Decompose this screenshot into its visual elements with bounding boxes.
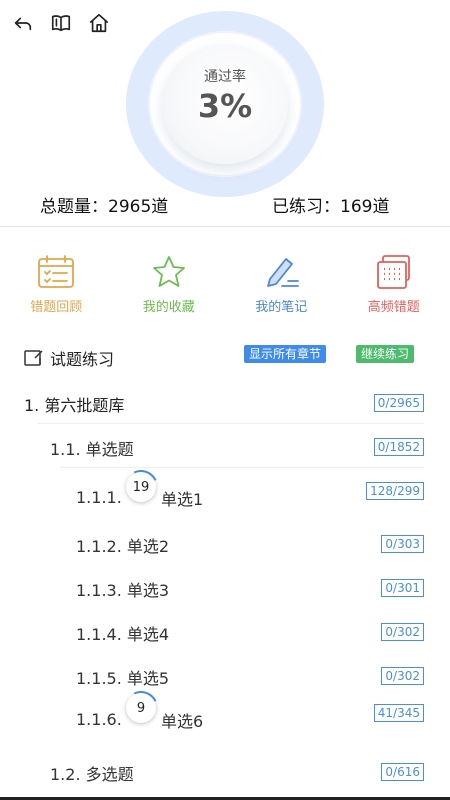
show-all-chapters-button[interactable]: 显示所有章节	[244, 345, 327, 363]
pass-rate-label: 通过率	[204, 69, 246, 85]
pass-rate-gauge: 通过率 3%	[126, 11, 324, 197]
tree-row-count: 0/302	[381, 623, 424, 641]
tree-row-label: 1.2. 多选题	[50, 765, 134, 784]
tree-row-count: 0/2965	[373, 394, 424, 412]
pass-rate-value: 3%	[197, 87, 253, 125]
practice-section-header: 试题练习 显示所有章节 继续练习	[0, 342, 450, 374]
wrong-review-label: 错题回顾	[30, 300, 83, 315]
quick-actions: 错题回顾 我的收藏 我的笔记 高频错题	[0, 254, 450, 315]
home-icon[interactable]	[86, 10, 112, 36]
tree-row[interactable]: 1.1.4. 单选4 0/302	[0, 609, 450, 653]
book-icon[interactable]	[48, 10, 74, 36]
tree-row[interactable]: 1.1.3. 单选3 0/301	[0, 565, 450, 609]
grid-cards-icon	[374, 254, 414, 290]
tree-row[interactable]: 1.1.6. 9 单选6 41/345	[0, 693, 450, 748]
frequent-errors-label: 高频错题	[367, 300, 420, 315]
tree-row-label: 1.1. 单选题	[50, 440, 134, 459]
tree-row[interactable]: 1.1.1. 19 单选1 128/299	[0, 472, 450, 526]
tree-row-label: 1.1.5. 单选5	[76, 669, 170, 688]
continue-practice-button[interactable]: 继续练习	[356, 345, 415, 363]
tree-row-prefix: 1.1.6.	[76, 710, 122, 729]
progress-badge: 19	[126, 472, 156, 502]
tree-row[interactable]: 1.1.5. 单选5 0/302	[0, 653, 450, 697]
tree-row-label: 1.1.3. 单选3	[76, 581, 170, 600]
section-title: 试题练习	[24, 346, 114, 370]
star-icon	[149, 254, 189, 290]
tree-row[interactable]: 1. 第六批题库 0/2965	[0, 380, 450, 424]
tree-row[interactable]: 1.1.2. 单选2 0/303	[0, 521, 450, 565]
notes-button[interactable]: 我的笔记	[225, 254, 338, 315]
tree-row-count: 41/345	[373, 704, 424, 722]
section-title-text: 试题练习	[50, 350, 115, 369]
notes-label: 我的笔记	[255, 300, 308, 315]
tree-row-count: 0/301	[381, 579, 424, 597]
tree-row-count: 0/616	[381, 763, 424, 781]
tree-row[interactable]: 1.2. 多选题 0/616	[0, 749, 450, 793]
top-nav	[10, 10, 112, 36]
tree-row-label: 1.1.2. 单选2	[76, 537, 170, 556]
pen-icon	[261, 254, 301, 290]
calendar-checklist-icon	[36, 254, 76, 290]
tree-row-count: 0/302	[381, 667, 424, 685]
favorites-button[interactable]: 我的收藏	[113, 254, 226, 315]
tree-row-label: 1. 第六批题库	[24, 396, 125, 415]
tree-row-prefix: 1.1.1.	[76, 488, 122, 507]
tree-row-count: 128/299	[366, 482, 424, 500]
progress-badge: 9	[126, 693, 156, 723]
tree-row-label: 1.1.4. 单选4	[76, 625, 170, 644]
tree-row-count: 0/303	[381, 535, 424, 553]
tree-row[interactable]: 1.1. 单选题 0/1852	[0, 424, 450, 468]
frequent-errors-button[interactable]: 高频错题	[338, 254, 450, 315]
back-arrow-icon[interactable]	[10, 10, 36, 36]
stats-row: 总题量：2965道 已练习：169道	[0, 192, 450, 218]
favorites-label: 我的收藏	[142, 300, 195, 315]
tree-row-label: 单选6	[161, 712, 204, 731]
practiced-questions: 已练习：169道	[272, 197, 390, 217]
row-divider	[60, 467, 424, 468]
tree-row-label: 单选1	[161, 490, 204, 509]
divider	[0, 226, 450, 227]
wrong-review-button[interactable]: 错题回顾	[0, 254, 113, 315]
tree-row-count: 0/1852	[373, 438, 424, 456]
edit-note-icon	[24, 350, 43, 366]
total-questions: 总题量：2965道	[40, 197, 169, 217]
